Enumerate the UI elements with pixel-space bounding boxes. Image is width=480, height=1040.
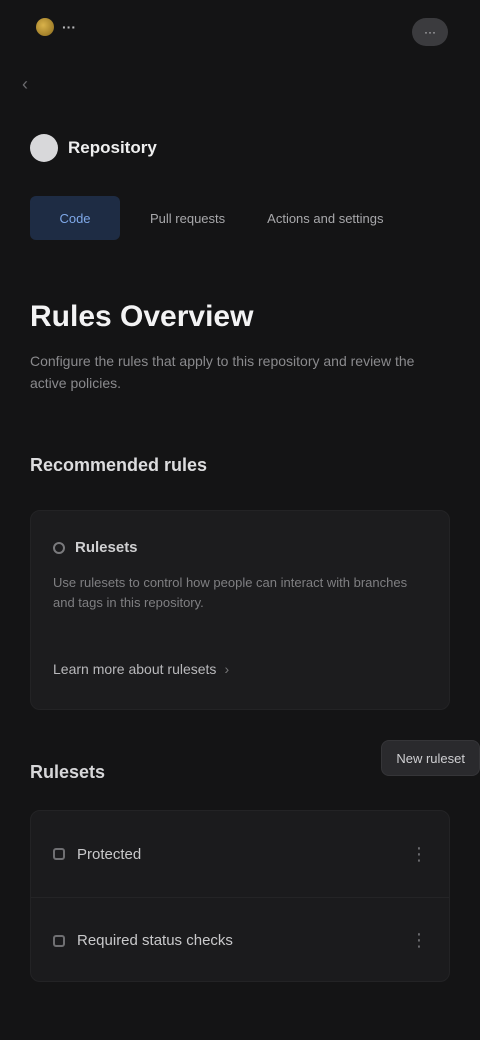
top-bar: ··· ··· xyxy=(0,0,480,64)
recommended-card: Rulesets Use rulesets to control how peo… xyxy=(30,510,450,710)
top-action-button[interactable]: ··· xyxy=(412,18,448,46)
ruleset-icon xyxy=(53,848,65,860)
kebab-menu-icon[interactable]: ⋮ xyxy=(409,844,429,865)
list-item[interactable]: Protected ⋮ xyxy=(31,811,449,897)
tab-code[interactable]: Code xyxy=(30,196,120,240)
new-ruleset-button[interactable]: New ruleset xyxy=(381,740,480,776)
app-screen: ··· ··· ‹ Repository Code Pull requests … xyxy=(0,0,480,1040)
recommended-card-header: Rulesets xyxy=(53,539,138,556)
recommended-card-description: Use rulesets to control how people can i… xyxy=(53,575,408,610)
tab-pull-requests[interactable]: Pull requests xyxy=(138,196,237,240)
avatar[interactable] xyxy=(30,134,58,162)
rulesets-header: Rulesets New ruleset xyxy=(30,740,480,790)
brand-text: ··· xyxy=(62,19,76,35)
rulesets-list: Protected ⋮ Required status checks ⋮ xyxy=(30,810,450,982)
logo-icon xyxy=(36,18,54,36)
list-item[interactable]: Required status checks ⋮ xyxy=(31,897,449,981)
kebab-menu-icon[interactable]: ⋮ xyxy=(409,930,429,951)
list-item-label: Required status checks xyxy=(77,932,233,949)
ruleset-icon xyxy=(53,934,65,947)
recommended-card-title: Rulesets xyxy=(75,539,138,556)
tab-bar: Code Pull requests Actions and settings xyxy=(30,196,396,240)
brand[interactable]: ··· xyxy=(36,18,76,36)
learn-more-link[interactable]: Learn more about rulesets › xyxy=(53,661,229,677)
repo-header: Repository xyxy=(30,134,157,162)
circle-icon xyxy=(53,541,65,554)
recommended-section-title: Recommended rules xyxy=(30,455,208,475)
arrow-left-icon[interactable]: ‹ xyxy=(22,74,28,95)
page-subtitle: Configure the rules that apply to this r… xyxy=(30,353,415,391)
page-title: Rules Overview xyxy=(30,300,254,333)
tab-actions-settings[interactable]: Actions and settings xyxy=(255,196,395,240)
learn-more-label: Learn more about rulesets xyxy=(53,661,217,677)
chevron-right-icon: › xyxy=(224,661,230,677)
list-item-label: Protected xyxy=(77,845,142,863)
rulesets-title: Rulesets xyxy=(30,762,106,782)
repo-name[interactable]: Repository xyxy=(68,138,157,158)
